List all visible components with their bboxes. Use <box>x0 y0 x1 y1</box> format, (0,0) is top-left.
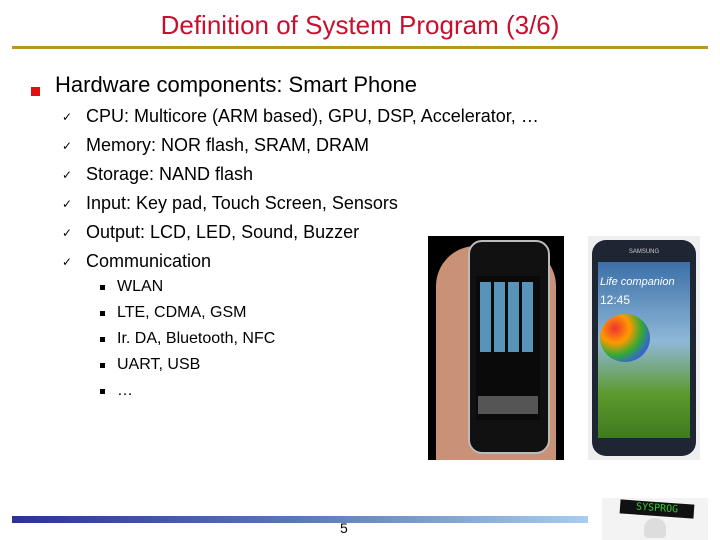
sub-list-item: WLAN <box>117 278 164 295</box>
check-icon: ✓ <box>62 110 73 124</box>
check-icon: ✓ <box>62 168 73 182</box>
iphone-screen <box>476 276 540 420</box>
list-item: Input: Key pad, Touch Screen, Sensors <box>86 193 398 213</box>
title-divider <box>12 46 708 49</box>
square-bullet-icon <box>100 337 105 342</box>
logo-sign: SYSPROG <box>619 499 695 519</box>
list-item: Storage: NAND flash <box>86 164 254 184</box>
samsung-time: 12:45 <box>600 293 631 307</box>
logo-figure <box>644 518 666 538</box>
square-bullet-icon <box>31 87 40 96</box>
square-bullet-icon <box>100 389 105 394</box>
sub-list-item: LTE, CDMA, GSM <box>117 304 247 321</box>
square-bullet-icon <box>100 363 105 368</box>
slide-title: Definition of System Program (3/6) <box>160 10 560 40</box>
page-number: 5 <box>340 520 348 536</box>
dock <box>478 396 538 414</box>
check-icon: ✓ <box>62 226 73 240</box>
samsung-screen: Life companion 12:45 <box>598 262 690 438</box>
sub-list-item: … <box>117 382 133 399</box>
square-bullet-icon <box>100 285 105 290</box>
samsung-tagline: Life companion <box>600 276 675 288</box>
app-icons <box>480 282 536 352</box>
sub-list-item: UART, USB <box>117 356 201 373</box>
heading-bullet: Hardware components: Smart Phone <box>55 72 417 97</box>
check-icon: ✓ <box>62 197 73 211</box>
sysprog-logo: SYSPROG <box>602 498 708 540</box>
iphone-image <box>428 236 564 460</box>
balloons <box>600 314 650 362</box>
footer-bar <box>12 516 588 523</box>
samsung-brand: SAMSUNG <box>628 249 660 255</box>
square-bullet-icon <box>100 311 105 316</box>
sub-list-item: Ir. DA, Bluetooth, NFC <box>117 330 276 347</box>
check-icon: ✓ <box>62 255 73 269</box>
list-item: Memory: NOR flash, SRAM, DRAM <box>86 135 370 155</box>
list-item: Output: LCD, LED, Sound, Buzzer <box>86 222 360 242</box>
list-item: Communication <box>86 251 212 271</box>
samsung-galaxy-image: SAMSUNG Life companion 12:45 <box>588 236 700 460</box>
list-item: CPU: Multicore (ARM based), GPU, DSP, Ac… <box>86 106 539 126</box>
check-icon: ✓ <box>62 139 73 153</box>
